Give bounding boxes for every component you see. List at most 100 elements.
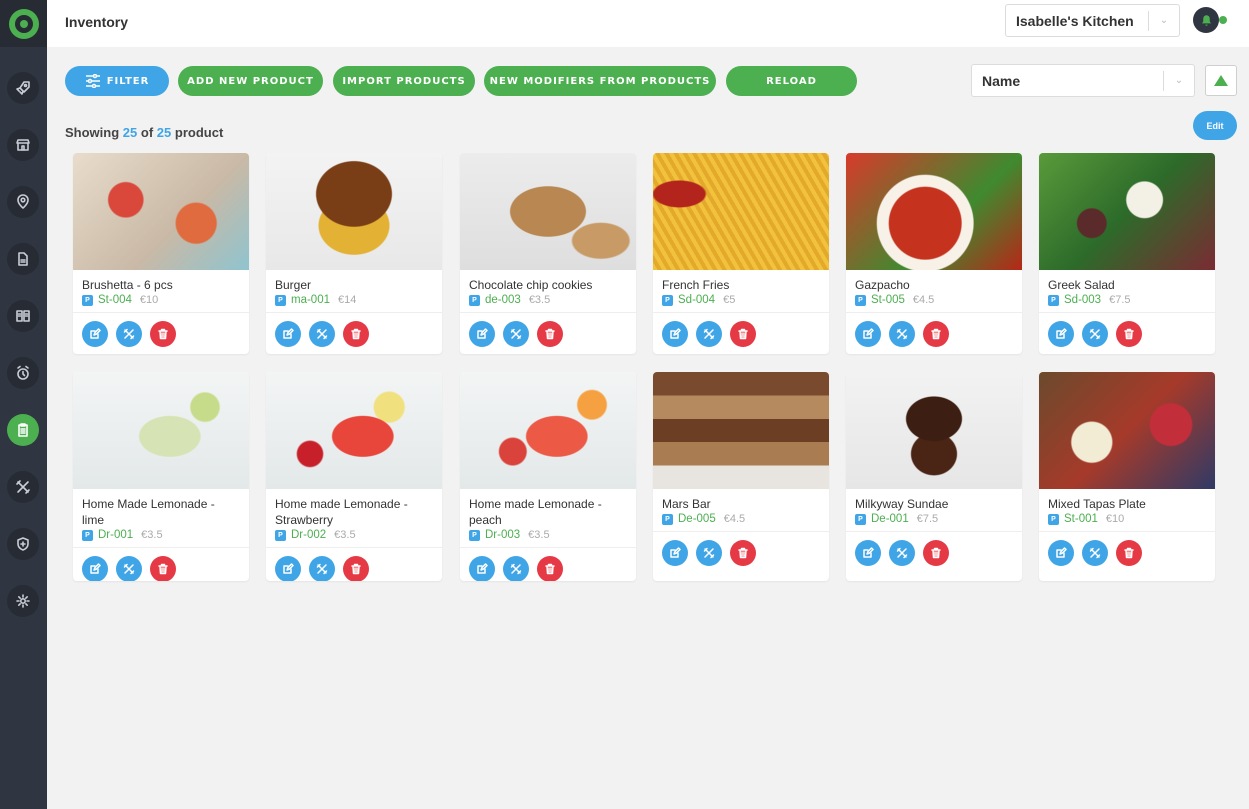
product-image[interactable] [653, 153, 829, 270]
reload-button[interactable]: RELOAD [726, 66, 857, 96]
product-image[interactable] [266, 372, 442, 489]
delete-product-button[interactable] [537, 321, 563, 347]
delete-product-button[interactable] [730, 321, 756, 347]
modifiers-button[interactable] [309, 556, 335, 581]
delete-product-button[interactable] [923, 540, 949, 566]
sidebar-item-modifiers[interactable] [7, 471, 39, 503]
edit-product-button[interactable] [662, 321, 688, 347]
modifiers-button[interactable] [1082, 321, 1108, 347]
product-type-badge: P [82, 529, 93, 541]
modifiers-button[interactable] [1082, 540, 1108, 566]
product-card: Home made Lemonade - Strawberry P Dr-002… [266, 372, 442, 581]
product-image[interactable] [653, 372, 829, 489]
sliders-icon [85, 74, 100, 88]
document-icon [18, 252, 28, 266]
edit-product-button[interactable] [1048, 540, 1074, 566]
modifiers-button[interactable] [889, 321, 915, 347]
sidebar-item-launch[interactable] [7, 72, 39, 104]
product-card: Milkyway Sundae P De-001 €7.5 [846, 372, 1022, 581]
product-image[interactable] [460, 153, 636, 270]
product-image[interactable] [460, 372, 636, 489]
notifications-button[interactable] [1193, 7, 1219, 33]
product-meta: P Sd-003 €7.5 [1048, 294, 1206, 306]
product-type-badge: P [855, 513, 866, 525]
product-name: Chocolate chip cookies [469, 278, 593, 292]
sidebar-item-documents[interactable] [7, 243, 39, 275]
edit-product-button[interactable] [1048, 321, 1074, 347]
product-sku: Dr-003 [485, 529, 521, 541]
product-image[interactable] [846, 153, 1022, 270]
delete-product-button[interactable] [1116, 321, 1142, 347]
delete-product-button[interactable] [923, 321, 949, 347]
product-image[interactable] [73, 153, 249, 270]
product-actions [653, 313, 829, 354]
import-products-button[interactable]: IMPORT PRODUCTS [333, 66, 475, 96]
product-image[interactable] [266, 153, 442, 270]
edit-product-button[interactable] [855, 540, 881, 566]
modifiers-button[interactable] [116, 556, 142, 581]
edit-product-button[interactable] [855, 321, 881, 347]
product-type-badge: P [662, 294, 673, 306]
product-actions [73, 313, 249, 354]
trash-icon [931, 328, 941, 340]
trash-icon [158, 328, 168, 340]
delete-product-button[interactable] [343, 321, 369, 347]
edit-product-button[interactable] [469, 321, 495, 347]
sidebar-item-security[interactable] [7, 528, 39, 560]
sidebar-item-locations[interactable] [7, 186, 39, 218]
product-type-badge: P [82, 294, 93, 306]
product-meta: P St-004 €10 [82, 294, 240, 306]
product-actions [1039, 313, 1215, 354]
modifiers-button[interactable] [309, 321, 335, 347]
product-sku: De-001 [871, 513, 909, 525]
delete-product-button[interactable] [150, 556, 176, 581]
product-info: Mixed Tapas Plate P St-001 €10 [1039, 489, 1215, 532]
modifiers-button[interactable] [503, 321, 529, 347]
logo-area[interactable] [0, 0, 47, 47]
results-shown: 25 [122, 125, 138, 140]
delete-product-button[interactable] [1116, 540, 1142, 566]
sidebar-item-inventory[interactable] [7, 414, 39, 446]
delete-product-button[interactable] [730, 540, 756, 566]
delete-product-button[interactable] [537, 556, 563, 581]
sidebar-item-settings[interactable] [7, 585, 39, 617]
edit-product-button[interactable] [662, 540, 688, 566]
product-info: Mars Bar P De-005 €4.5 [653, 489, 829, 532]
sidebar-item-stores[interactable] [7, 129, 39, 161]
modifiers-button[interactable] [116, 321, 142, 347]
sort-select[interactable]: Name ⌄ [971, 64, 1195, 97]
sidebar-item-schedule[interactable] [7, 357, 39, 389]
sidebar-item-menus[interactable] [7, 300, 39, 332]
modifiers-button[interactable] [889, 540, 915, 566]
edit-product-button[interactable] [82, 556, 108, 581]
modifiers-button[interactable] [696, 540, 722, 566]
product-image[interactable] [1039, 372, 1215, 489]
product-name: Mars Bar [662, 497, 711, 511]
delete-product-button[interactable] [343, 556, 369, 581]
filter-button[interactable]: FILTER [65, 66, 169, 96]
kitchen-select[interactable]: Isabelle's Kitchen ⌄ [1005, 4, 1180, 37]
trash-icon [1124, 328, 1134, 340]
edit-product-button[interactable] [275, 321, 301, 347]
product-card: Brushetta - 6 pcs P St-004 €10 [73, 153, 249, 354]
product-image[interactable] [846, 372, 1022, 489]
sort-direction-button[interactable] [1205, 65, 1237, 96]
menu-book-icon [16, 310, 30, 322]
add-new-product-button[interactable]: ADD NEW PRODUCT [178, 66, 323, 96]
product-image[interactable] [1039, 153, 1215, 270]
product-sku: ma-001 [291, 294, 330, 306]
modifiers-button[interactable] [696, 321, 722, 347]
edit-product-button[interactable] [82, 321, 108, 347]
product-name: Home Made Lemonade - lime [82, 497, 215, 527]
utensils-icon [703, 328, 715, 340]
new-modifiers-button[interactable]: NEW MODIFIERS FROM PRODUCTS [484, 66, 716, 96]
edit-product-button[interactable] [469, 556, 495, 581]
product-info: Home Made Lemonade - lime P Dr-001 €3.5 [73, 489, 249, 548]
product-price: €10 [1105, 513, 1125, 525]
edit-product-button[interactable] [275, 556, 301, 581]
edit-button[interactable]: Edit [1193, 111, 1237, 140]
product-image[interactable] [73, 372, 249, 489]
modifiers-button[interactable] [503, 556, 529, 581]
product-actions [266, 548, 442, 581]
delete-product-button[interactable] [150, 321, 176, 347]
